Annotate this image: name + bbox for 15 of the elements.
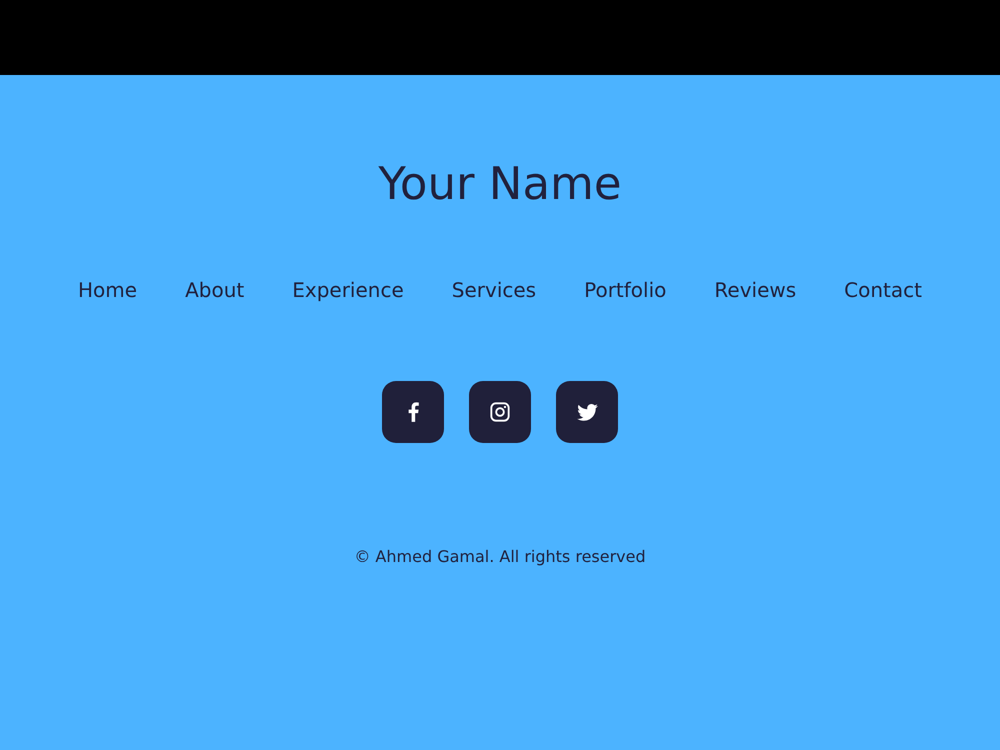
nav-link[interactable]: Reviews <box>714 275 796 305</box>
social-button[interactable] <box>382 381 444 443</box>
social-button[interactable] <box>469 381 531 443</box>
copyright-text: © Ahmed Gamal. All rights reserved <box>354 546 646 568</box>
nav-link[interactable]: About <box>185 275 244 305</box>
bird-icon <box>576 404 598 420</box>
nav-link[interactable]: Experience <box>292 275 404 305</box>
camera-icon <box>490 402 510 422</box>
nav-link[interactable]: Contact <box>844 275 922 305</box>
site-title: Your Name <box>378 157 622 211</box>
letter-f-icon <box>408 402 418 422</box>
nav-link[interactable]: Home <box>78 275 138 305</box>
nav-link[interactable]: Portfolio <box>584 275 666 305</box>
social-button[interactable] <box>556 381 618 443</box>
nav-link[interactable]: Services <box>452 275 536 305</box>
